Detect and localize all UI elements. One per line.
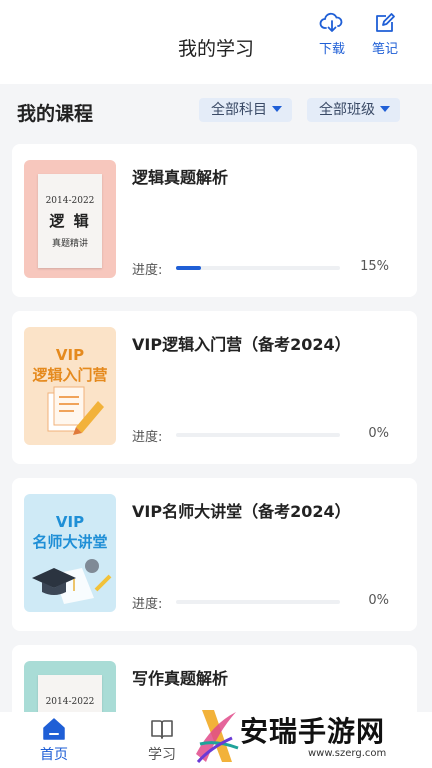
cover-subtitle: 真题精讲 [51,239,88,249]
tab-home[interactable]: 首页 [24,716,84,764]
tab-study-label: 学习 [148,747,176,763]
course-title: VIP逻辑入门营（备考2024） [132,335,351,354]
progress-label: 进度: [132,597,163,612]
caret-down-icon [380,106,390,112]
subject-filter-dropdown[interactable]: 全部科目 [199,98,292,122]
progress-label: 进度: [132,263,163,278]
course-card[interactable]: VIP 名师大讲堂 VIP名师大讲堂（备考2024） 进度: 0% [12,478,417,631]
notes-button[interactable]: 笔记 [363,10,407,57]
course-cover: 2014-2022 逻 辑 真题精讲 [24,160,116,278]
home-icon [43,718,65,740]
course-title: 逻辑真题解析 [132,168,229,187]
cover-year: 2014-2022 [45,196,95,206]
course-card[interactable]: VIP 逻辑入门营 VIP逻辑入门营（备考2024） 进度: 0% [12,311,417,464]
watermark: 安瑞手游网 www.szerg.com [190,704,432,768]
documents-pencil-icon [47,386,104,435]
progress-percent: 15% [360,259,389,274]
course-title: VIP名师大讲堂（备考2024） [132,502,351,521]
tab-home-label: 首页 [40,747,68,763]
course-title: 写作真题解析 [132,669,229,688]
progress-percent: 0% [368,593,389,608]
tab-study[interactable]: 学习 [132,716,192,764]
progress-fill [176,266,201,270]
download-label: 下载 [318,42,345,57]
section-title: 我的课程 [17,103,94,125]
watermark-url: www.szerg.com [308,748,387,759]
cover-paper: 2014-2022 逻 辑 真题精讲 [38,174,102,268]
edit-note-icon [376,13,395,32]
cover-title: 逻 辑 [49,212,91,230]
progress-bar [176,266,340,270]
caret-down-icon [272,106,282,112]
class-filter-label: 全部班级 [319,102,375,118]
progress-bar [176,433,340,437]
graduation-cap-icon [32,559,112,604]
app-header: 我的学习 下载 笔记 [0,0,432,84]
notes-label: 笔记 [371,42,398,57]
subject-filter-label: 全部科目 [211,102,267,118]
progress-label: 进度: [132,430,163,445]
watermark-text: 安瑞手游网 [240,715,386,748]
course-cover: VIP 逻辑入门营 [24,327,116,445]
progress-percent: 0% [368,426,389,441]
course-cover: VIP 名师大讲堂 [24,494,116,612]
cover-year: 2014-2022 [45,697,95,707]
courses-section-header: 我的课程 全部科目 全部班级 [0,86,432,138]
class-filter-dropdown[interactable]: 全部班级 [307,98,400,122]
course-card[interactable]: 2014-2022 逻 辑 真题精讲 逻辑真题解析 进度: 15% [12,144,417,297]
progress-bar [176,600,340,604]
book-icon [151,720,173,739]
cloud-download-icon [319,12,343,32]
watermark-logo [196,710,239,763]
download-button[interactable]: 下载 [310,10,354,57]
